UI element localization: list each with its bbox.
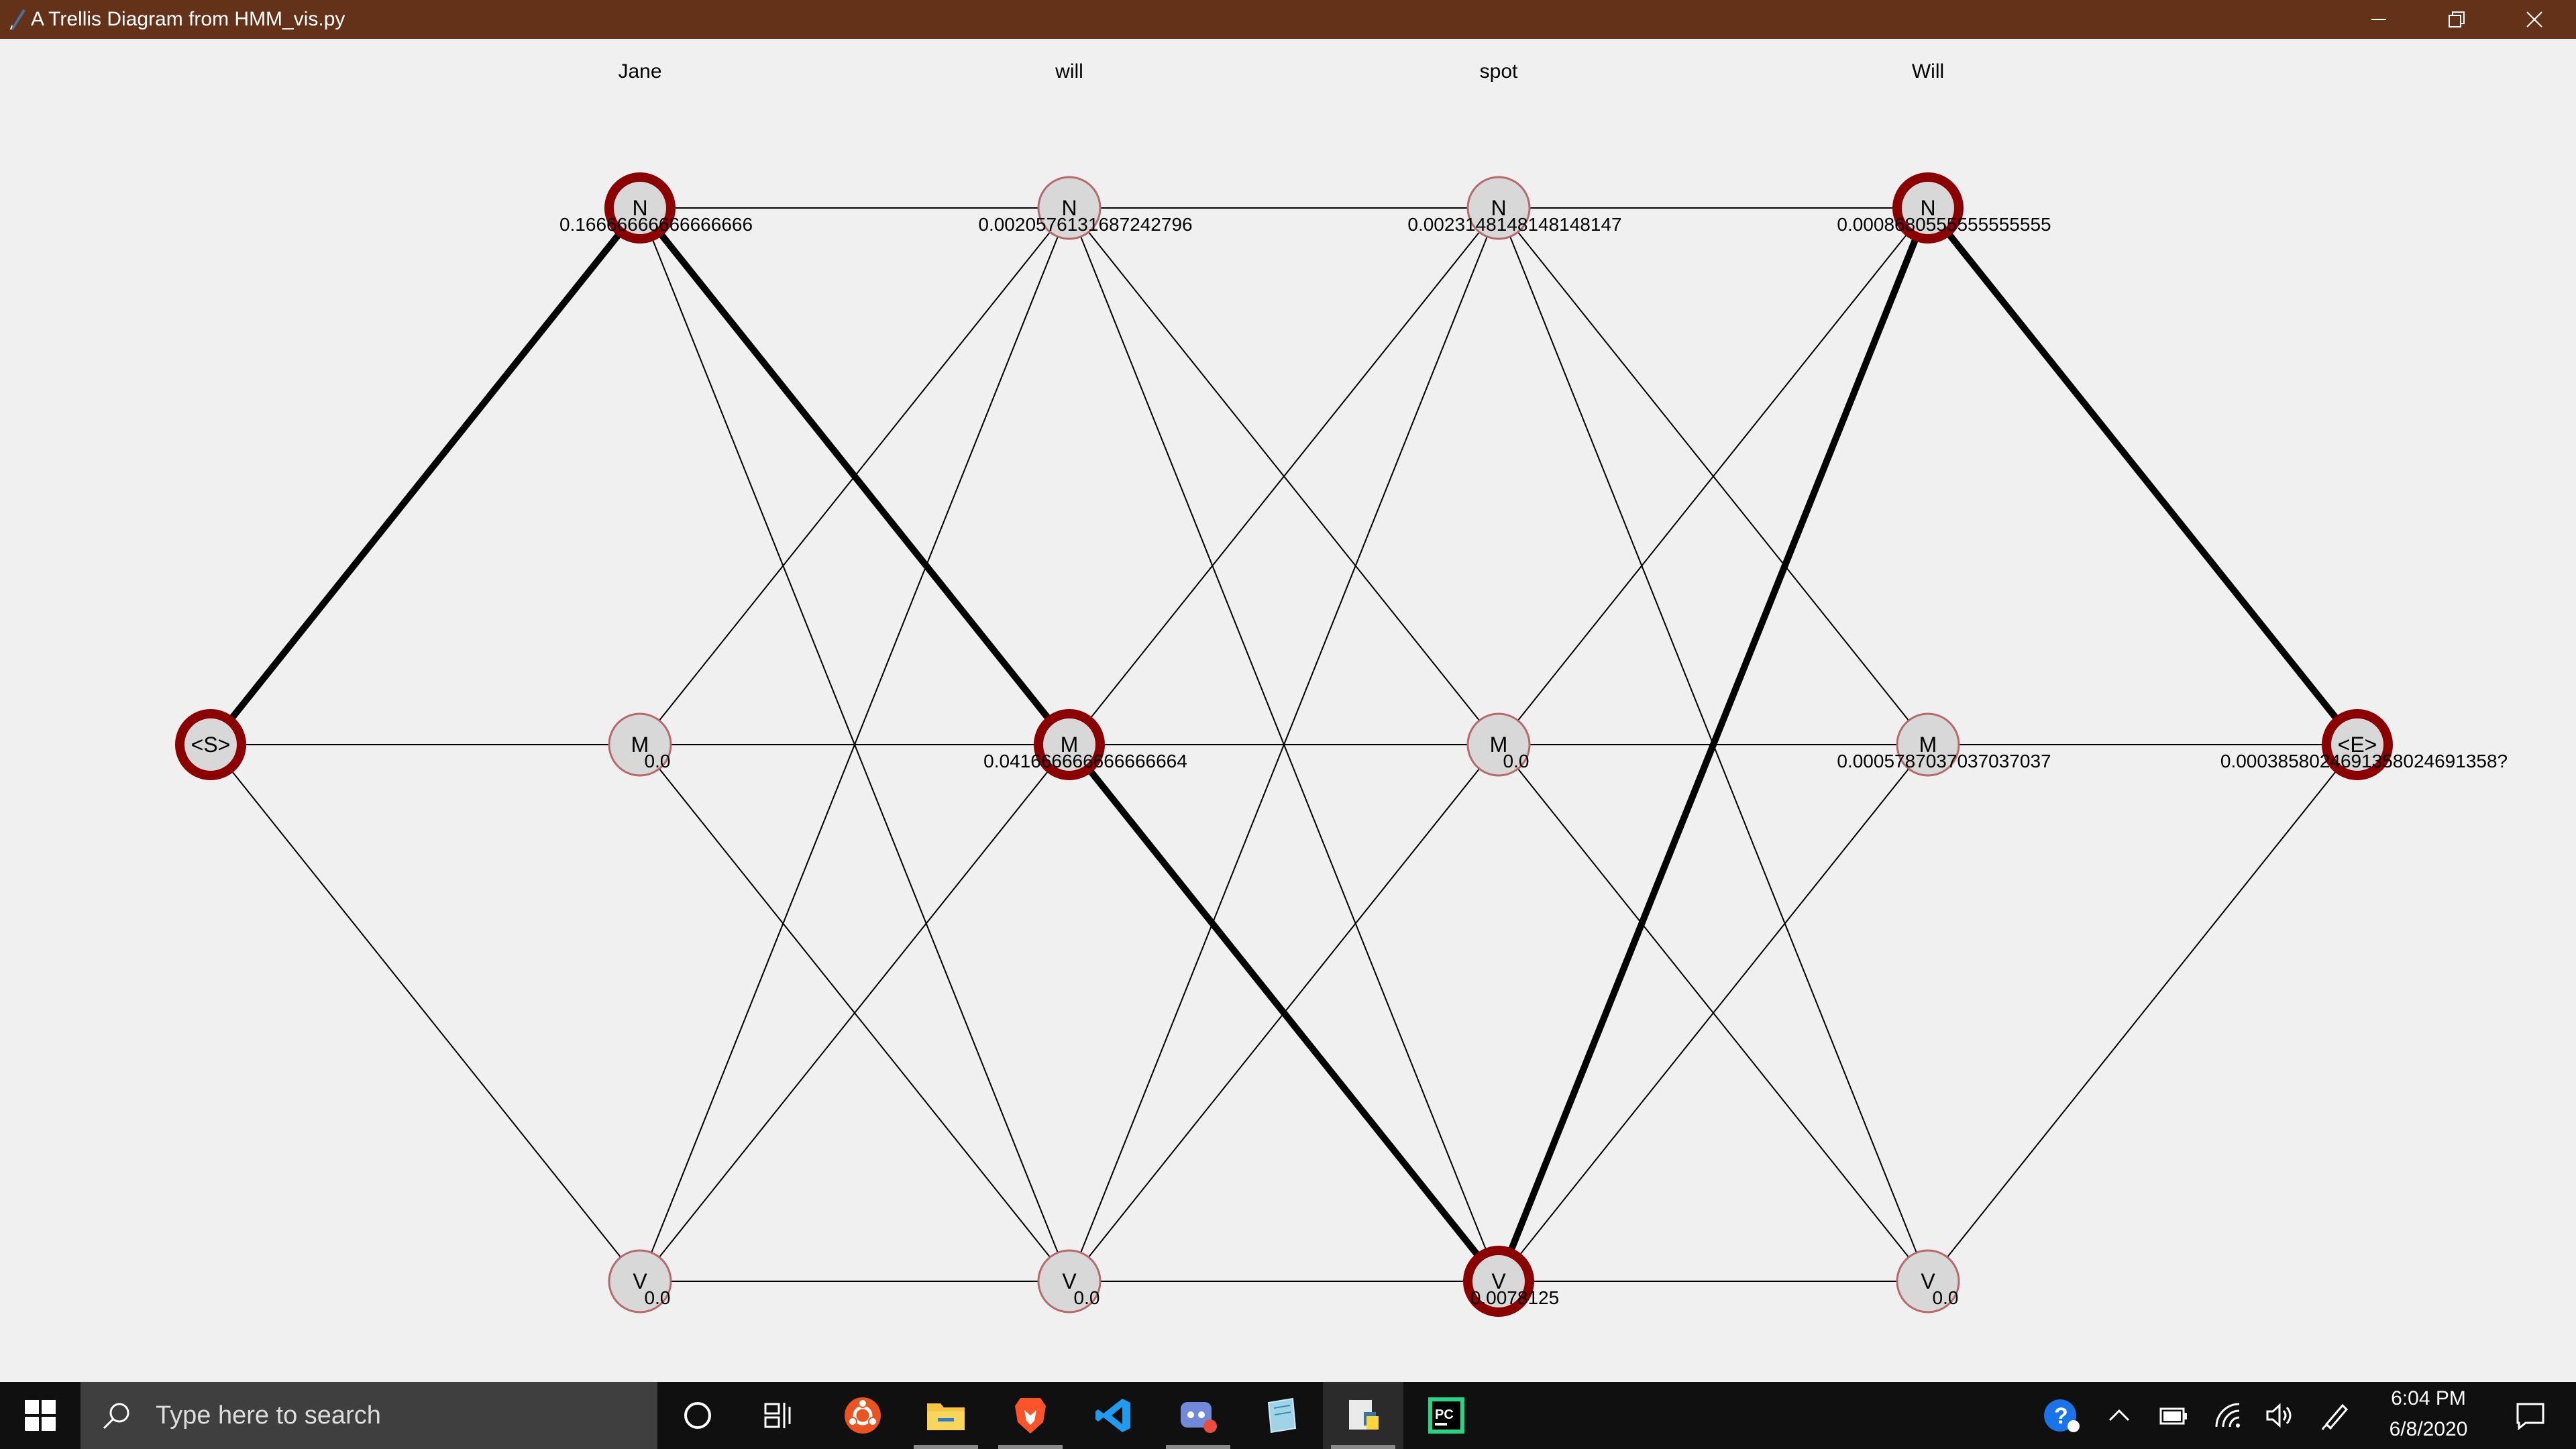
word-column-label: Will — [1912, 60, 1944, 83]
help-icon: ? — [2044, 1399, 2080, 1432]
node-probability: 0.0 — [645, 1287, 671, 1308]
restore-button[interactable] — [2418, 0, 2496, 39]
node-probability: 0.0 — [1074, 1287, 1100, 1308]
clock-date: 6/8/2020 — [2389, 1418, 2468, 1440]
notepad-icon — [1267, 1397, 1297, 1434]
svg-text:?: ? — [2054, 1403, 2068, 1429]
taskbar-search-box[interactable]: Type here to search — [80, 1382, 657, 1449]
svg-text:PC: PC — [1435, 1407, 1454, 1422]
node-probability: 0.0005787037037037037 — [1837, 751, 2051, 771]
vscode-taskbar-button[interactable] — [1073, 1382, 1154, 1449]
discord-taskbar-button[interactable] — [1158, 1382, 1238, 1449]
node-probability: 0.0008680555555555555 — [1837, 214, 2051, 235]
node-probability: 0.0078125 — [1470, 1287, 1559, 1308]
start-node: <S> — [175, 709, 246, 780]
node-probability: 0.0 — [1503, 751, 1529, 771]
close-button[interactable] — [2496, 0, 2573, 39]
word-column-label: will — [1055, 60, 1083, 83]
title-bar: A Trellis Diagram from HMM_vis.py — [0, 0, 2576, 39]
taskbar: Type here to search PC ? 6:04 PM 6/8/202… — [0, 1382, 2576, 1449]
word-column-label: spot — [1480, 60, 1518, 83]
help-tray-button[interactable]: ? — [2037, 1382, 2086, 1449]
vscode-icon — [1095, 1399, 1130, 1432]
close-icon — [2526, 11, 2542, 28]
end-node-probability: 0.0003858024691358024691358? — [2220, 751, 2508, 771]
cortana-icon — [684, 1402, 711, 1429]
node-probability: 0.0 — [1933, 1287, 1959, 1308]
ubuntu-icon — [845, 1397, 881, 1434]
node-probability: 0.0 — [645, 751, 671, 771]
window-title: A Trellis Diagram from HMM_vis.py — [31, 8, 345, 30]
pen-tray-button[interactable] — [2310, 1382, 2360, 1449]
pycharm-taskbar-button[interactable]: PC — [1406, 1382, 1487, 1449]
best-path-edge — [208, 205, 643, 747]
file-explorer-icon — [927, 1403, 965, 1430]
brave-icon — [1015, 1398, 1046, 1434]
task-view-button[interactable] — [738, 1382, 818, 1449]
restore-icon — [2449, 11, 2465, 28]
node-probability: 0.0023148148148148147 — [1407, 214, 1621, 235]
python-app-taskbar-button[interactable] — [1323, 1382, 1403, 1449]
state-node-label: <S> — [191, 733, 231, 757]
trellis-labels: Jane will spot Will 0.0003858024691358024691… — [559, 60, 2508, 1308]
file-explorer-taskbar-button[interactable] — [906, 1382, 986, 1449]
chevron-up-icon — [2108, 1409, 2130, 1421]
search-placeholder: Type here to search — [156, 1401, 381, 1430]
brave-taskbar-button[interactable] — [990, 1382, 1071, 1449]
trellis-canvas: <S> <E> N M V N M V N M V N M V Jane will spot Will 0.0003… — [0, 39, 2576, 1382]
clock-time: 6:04 PM — [2391, 1387, 2466, 1409]
windows-logo-icon — [25, 1400, 56, 1431]
minimize-button[interactable] — [2340, 0, 2418, 39]
volume-icon — [2266, 1403, 2292, 1428]
feather-app-icon — [10, 9, 25, 30]
action-center-button[interactable] — [2497, 1382, 2564, 1449]
python-icon — [1349, 1400, 1379, 1430]
battery-tray-button[interactable] — [2148, 1382, 2198, 1449]
discord-icon — [1181, 1402, 1217, 1433]
best-path-edge — [1925, 205, 2360, 747]
search-icon — [103, 1403, 129, 1430]
node-probability: 0.16666666666666666 — [559, 214, 753, 235]
start-button[interactable] — [0, 1382, 80, 1449]
pen-icon — [2321, 1403, 2349, 1430]
ubuntu-taskbar-button[interactable] — [822, 1382, 903, 1449]
pycharm-icon: PC — [1428, 1397, 1464, 1434]
battery-icon — [2159, 1407, 2187, 1425]
trellis-edges — [210, 207, 2358, 1282]
notifications-icon — [2516, 1403, 2544, 1431]
node-probability: 0.041666666666666664 — [983, 751, 1187, 771]
network-tray-button[interactable] — [2203, 1382, 2253, 1449]
cortana-button[interactable] — [657, 1382, 738, 1449]
task-view-icon — [764, 1403, 791, 1428]
volume-tray-button[interactable] — [2255, 1382, 2305, 1449]
taskbar-clock[interactable]: 6:04 PM 6/8/2020 — [2361, 1382, 2496, 1449]
node-probability: 0.0020576131687242796 — [978, 214, 1192, 235]
wifi-icon — [2215, 1403, 2240, 1428]
notepad-taskbar-button[interactable] — [1241, 1382, 1322, 1449]
word-column-label: Jane — [618, 60, 661, 83]
trellis-diagram: <S> <E>NMVNMVNMVNMVJane will spot Will0.0003… — [175, 60, 2508, 1317]
show-hidden-icons-button[interactable] — [2094, 1382, 2144, 1449]
minimize-icon — [2371, 19, 2386, 20]
transition-edge — [210, 744, 641, 1282]
transition-edge — [1927, 744, 2358, 1282]
